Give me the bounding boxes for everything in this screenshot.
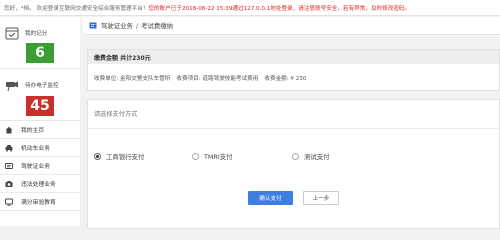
score-card[interactable]: 我的记分 6 — [0, 17, 80, 69]
previous-step-button[interactable]: 上一步 — [303, 191, 339, 205]
payment-option-test[interactable]: 测试支付 — [292, 152, 330, 161]
sidebar: 我的记分 6 待办电子监控 45 我的主页 机动车业务 驾驶证业务 违法处理业务 — [0, 17, 80, 226]
monitor-label: 待办电子监控 — [25, 83, 59, 89]
main-content: 驾驶证业务 / 考试费缴纳 缴费金额 共计230元 收费单位: 金阳交警支队车管… — [83, 17, 500, 229]
fee-item: 收费项目: 道路驾驶技能考试费用 — [176, 75, 259, 82]
sidebar-item-violation[interactable]: 违法处理业务 — [0, 175, 80, 193]
sidebar-item-home[interactable]: 我的主页 — [0, 121, 80, 139]
fee-unit: 收费单位: 金阳交警支队车管所 — [94, 75, 171, 82]
breadcrumb: 驾驶证业务 / 考试费缴纳 — [83, 17, 500, 35]
monitor-card[interactable]: 待办电子监控 45 — [0, 69, 80, 121]
welcome-text: 您好，*桓。 欢迎登录互联网交通安全综合服务管理平台！ — [4, 5, 149, 12]
payment-option-icbc[interactable]: 工商银行支付 — [94, 152, 144, 161]
sidebar-item-vehicle[interactable]: 机动车业务 — [0, 139, 80, 157]
radio-button[interactable] — [292, 153, 299, 160]
monitor-icon — [5, 198, 13, 206]
payment-option-label: 测试支付 — [304, 153, 330, 161]
fee-details: 收费单位: 金阳交警支队车管所 收费项目: 道路驾驶技能考试费用 收费金额: ¥… — [88, 64, 499, 91]
score-label: 我的记分 — [25, 31, 48, 37]
fee-amount: 收费金额: ¥ 230 — [264, 75, 307, 82]
divider — [88, 128, 499, 129]
sidebar-item-label: 违法处理业务 — [21, 182, 56, 188]
top-notice-bar: 您好，*桓。 欢迎登录互联网交通安全综合服务管理平台！ 您的账户已于2018-0… — [0, 0, 500, 16]
score-value: 6 — [26, 43, 54, 63]
breadcrumb-current: 考试费缴纳 — [141, 22, 174, 30]
fee-summary-panel: 缴费金额 共计230元 收费单位: 金阳交警支队车管所 收费项目: 道路驾驶技能… — [87, 49, 500, 91]
payment-method-title: 请选择支付方式 — [94, 111, 138, 118]
camera-monitor-icon — [5, 78, 19, 92]
login-notice-text: 您的账户已于2018-08-22 15:39通过127.0.0.1地址登录，请注… — [148, 5, 411, 12]
sidebar-item-education[interactable]: 满分审验教育 — [0, 193, 80, 211]
sidebar-item-label: 满分审验教育 — [21, 200, 56, 206]
sidebar-item-label: 我的主页 — [21, 128, 45, 134]
breadcrumb-card-icon — [89, 22, 97, 29]
radio-button[interactable] — [192, 153, 199, 160]
monitor-value: 45 — [26, 96, 54, 116]
fee-total-header: 缴费金额 共计230元 — [88, 50, 499, 64]
sidebar-item-label: 机动车业务 — [21, 146, 50, 152]
payment-option-label: 工商银行支付 — [106, 153, 145, 161]
license-card-icon — [5, 162, 13, 170]
sidebar-item-license[interactable]: 驾驶证业务 — [0, 157, 80, 175]
breadcrumb-separator: / — [135, 21, 139, 30]
camera-icon — [5, 180, 13, 188]
score-calendar-icon — [5, 26, 19, 40]
radio-button[interactable] — [94, 153, 101, 160]
confirm-payment-button[interactable]: 确认支付 — [248, 191, 293, 205]
breadcrumb-parent[interactable]: 驾驶证业务 — [101, 21, 133, 30]
home-icon — [5, 126, 13, 134]
payment-option-label: TMRI支付 — [204, 153, 233, 161]
payment-method-panel: 请选择支付方式 工商银行支付 TMRI支付 测试支付 确认支付 上一步 — [87, 99, 500, 229]
car-icon — [5, 144, 13, 152]
payment-option-tmri[interactable]: TMRI支付 — [192, 152, 233, 161]
sidebar-item-label: 驾驶证业务 — [21, 164, 50, 170]
